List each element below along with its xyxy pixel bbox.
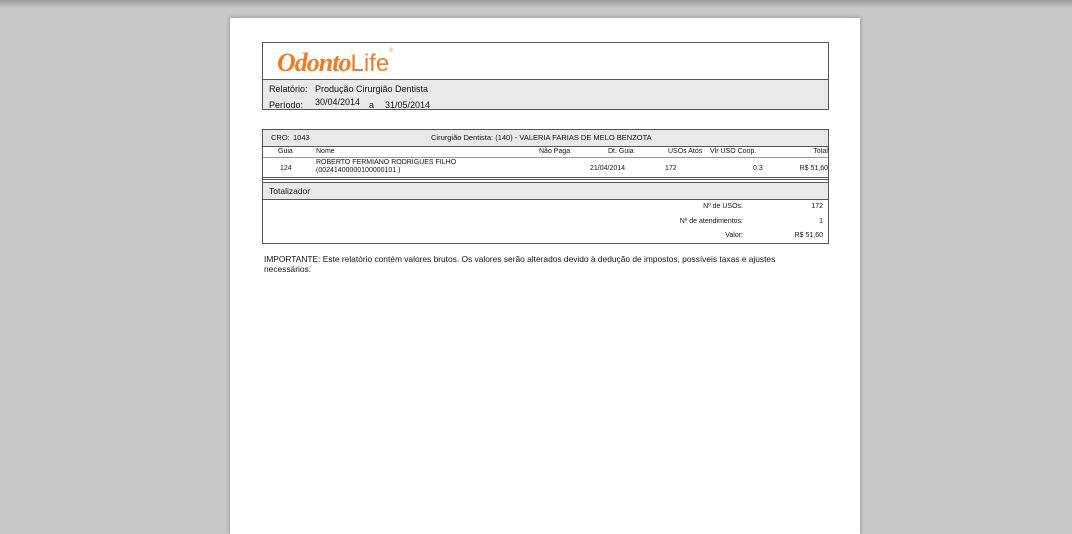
cro-label: CRO: — [271, 133, 290, 142]
report-header: OdontoLife® Relatório: Produção Cirurgiã… — [262, 42, 829, 110]
row-dt-guia: 21/04/2014 — [590, 165, 626, 172]
cro-value: 1043 — [293, 133, 310, 142]
periodo-end: 31/05/2014 — [385, 100, 431, 110]
periodo-separator: a — [369, 100, 375, 110]
report-page: OdontoLife® Relatório: Produção Cirurgiã… — [230, 18, 860, 534]
relatorio-value: Produção Cirurgião Dentista — [315, 84, 429, 94]
periodo-start: 30/04/2014 — [315, 97, 361, 107]
note-line-2: necessários. — [264, 264, 312, 274]
usos-label: Nº de USOs: — [703, 203, 743, 210]
note-line-1: IMPORTANTE: Este relatório contém valore… — [264, 254, 776, 264]
col-dt-guia: Dt. Guia — [608, 148, 634, 155]
column-divider — [263, 157, 828, 158]
details-table: CRO: 1043 Cirurgião Dentista: (140) - VA… — [262, 129, 829, 180]
row-guia: 124 — [280, 165, 292, 172]
row-nome-code: (00241400000100000101 ) — [316, 167, 401, 174]
dentist-name: Cirurgião Dentista: (140) - VALERIA FARI… — [431, 133, 652, 142]
header-info-band: Relatório: Produção Cirurgião Dentista P… — [263, 79, 828, 110]
usos-value: 172 — [811, 203, 823, 210]
col-total: Total — [813, 148, 828, 155]
window-top-shadow — [0, 0, 1072, 8]
atendimentos-label: Nº de atendimentos: — [679, 218, 743, 225]
totalizador-header: Totalizador — [263, 182, 828, 200]
row-nome: ROBERTO FERMIANO RODRIGUES FILHO — [316, 159, 457, 166]
totalizador-box: Totalizador Nº de USOs: 172 Nº de atendi… — [262, 180, 829, 244]
totalizador-title: Totalizador — [269, 186, 311, 196]
row-total: R$ 51,60 — [799, 165, 828, 172]
row-bottom-line — [263, 177, 828, 178]
details-header-band: CRO: 1043 Cirurgião Dentista: (140) - VA… — [263, 130, 828, 147]
periodo-label: Período: — [269, 100, 304, 110]
odontolife-logo: OdontoLife® — [277, 48, 394, 77]
col-usos-atos: USOs Atos — [668, 148, 703, 155]
valor-label: Valor: — [725, 232, 743, 239]
col-nao-paga: Não Paga — [539, 148, 571, 155]
row-usos-atos: 172 — [665, 165, 677, 172]
col-vlr-uso: Vlr USO Coop. — [710, 148, 757, 155]
valor-value: R$ 51,60 — [794, 232, 823, 239]
row-vlr-uso: 0.3 — [753, 165, 763, 172]
relatorio-label: Relatório: — [269, 84, 308, 94]
col-guia: Guia — [278, 148, 293, 155]
col-nome: Nome — [316, 148, 335, 155]
atendimentos-value: 1 — [819, 218, 823, 225]
